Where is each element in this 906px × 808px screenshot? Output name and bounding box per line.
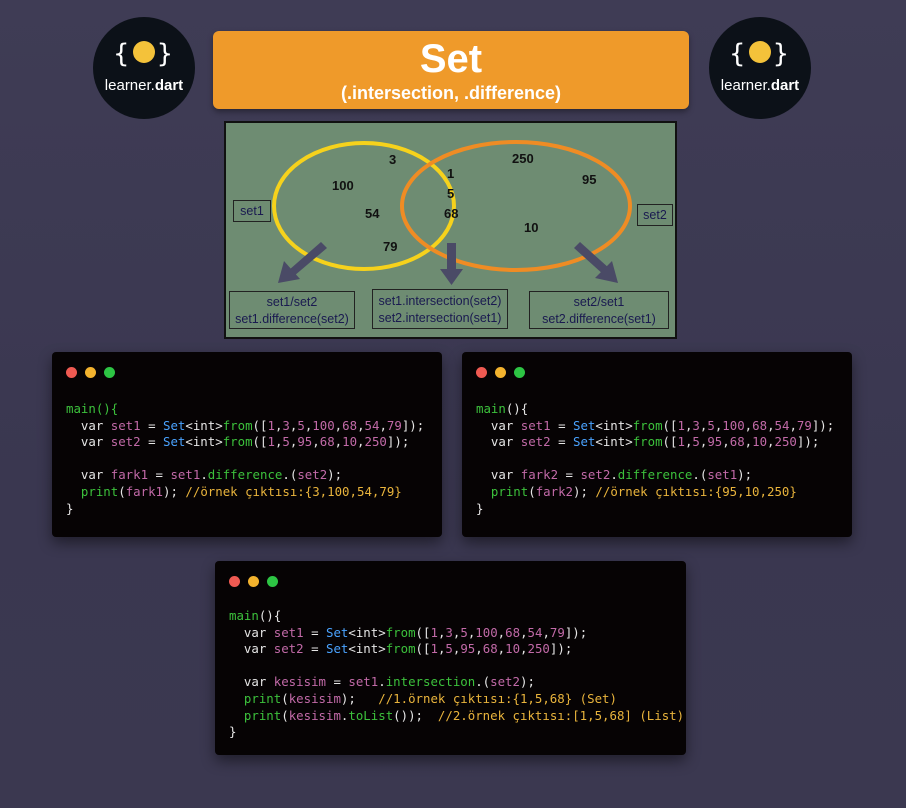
maximize-dot-icon xyxy=(267,576,278,587)
brace-open: { xyxy=(729,39,747,69)
maximize-dot-icon xyxy=(514,367,525,378)
value-3: 3 xyxy=(389,152,396,167)
code-line: var set1 = Set<int>from([1,3,5,100,68,54… xyxy=(476,417,835,433)
venn-diagram: 3 100 54 79 1 5 68 250 95 10 set1 set2 s… xyxy=(224,121,677,339)
code-line: print(fark1); //örnek çıktısı:{3,100,54,… xyxy=(80,483,402,499)
logo-text-plain: learner. xyxy=(104,77,155,94)
arrow-mid xyxy=(440,243,463,285)
set1-circle xyxy=(272,141,456,271)
code-line: var set2 = Set<int>from([1,5,95,68,10,25… xyxy=(66,434,410,450)
logo-text-plain: learner. xyxy=(720,77,771,94)
minimize-dot-icon xyxy=(248,576,259,587)
logo-right: {} learner.dart xyxy=(709,17,811,119)
difference-box-left: set1/set2 set1.difference(set2) xyxy=(229,291,355,329)
box-left-line1: set1/set2 xyxy=(266,295,318,309)
code-line: var set1 = Set<int>from([1,3,5,100,68,54… xyxy=(229,624,588,640)
brace-close: } xyxy=(773,39,791,69)
close-dot-icon xyxy=(229,576,240,587)
box-right-line1: set2/set1 xyxy=(573,295,625,309)
code-line: var set2 = Set<int>from([1,5,95,68,10,25… xyxy=(476,434,820,450)
logo-text: learner.dart xyxy=(709,77,811,94)
box-mid-line2: set2.intersection(set1) xyxy=(378,311,502,325)
minimize-dot-icon xyxy=(85,367,96,378)
box-mid-line1: set1.intersection(set2) xyxy=(378,294,502,308)
difference-box-right: set2/set1 set2.difference(set1) xyxy=(529,291,669,329)
close-dot-icon xyxy=(476,367,487,378)
code-line: } xyxy=(229,724,237,740)
value-54: 54 xyxy=(365,206,380,221)
logo-text: learner.dart xyxy=(93,77,195,94)
code-line: var set2 = Set<int>from([1,5,95,68,10,25… xyxy=(229,641,573,657)
minimize-dot-icon xyxy=(495,367,506,378)
value-250: 250 xyxy=(512,151,534,166)
code-line: var fark1 = set1.difference.(set2); xyxy=(66,467,343,483)
arrow-right xyxy=(574,242,618,283)
code-line: } xyxy=(476,500,484,516)
maximize-dot-icon xyxy=(104,367,115,378)
code-block-2: main(){ var set1 = Set<int>from([1,3,5,1… xyxy=(476,401,834,517)
brace-close: } xyxy=(157,39,175,69)
value-1: 1 xyxy=(447,166,454,181)
banner-title: Set xyxy=(419,37,483,81)
logo-text-bold: dart xyxy=(770,77,800,94)
code-line: print(fark2); //örnek çıktısı:{95,10,250… xyxy=(490,483,797,499)
window-controls xyxy=(229,575,286,590)
code-line: } xyxy=(66,500,74,516)
code-block-3: main(){ var set1 = Set<int>from([1,3,5,1… xyxy=(229,608,684,741)
value-68: 68 xyxy=(444,206,458,221)
box-right-line2: set2.difference(set1) xyxy=(542,312,656,326)
value-5: 5 xyxy=(447,186,454,201)
window-controls xyxy=(476,366,533,381)
code-block-1: main(){ var set1 = Set<int>from([1,3,5,1… xyxy=(66,401,424,517)
intersection-box: set1.intersection(set2) set2.intersectio… xyxy=(372,289,508,329)
box-left-line2: set1.difference(set2) xyxy=(235,312,349,326)
code-line: print(kesisim.toList()); //2.örnek çıktı… xyxy=(243,707,685,723)
logo-left: {} learner.dart xyxy=(93,17,195,119)
logo-text-bold: dart xyxy=(154,77,184,94)
set1-label: set1 xyxy=(233,200,271,222)
code-line: main(){ xyxy=(229,608,282,623)
window-controls xyxy=(66,366,123,381)
party-face-icon xyxy=(133,40,155,63)
party-face-icon xyxy=(749,40,771,63)
code-line: var set1 = Set<int>from([1,3,5,100,68,54… xyxy=(66,417,425,433)
code-line: main(){ xyxy=(66,401,119,416)
value-100: 100 xyxy=(332,178,354,193)
value-10: 10 xyxy=(524,220,538,235)
value-79: 79 xyxy=(383,239,397,254)
code-line: var fark2 = set2.difference.(set1); xyxy=(476,467,753,483)
code-line: main(){ xyxy=(476,401,529,416)
value-95: 95 xyxy=(582,172,596,187)
code-window-intersection: main(){ var set1 = Set<int>from([1,3,5,1… xyxy=(215,561,686,755)
set2-label: set2 xyxy=(637,204,673,226)
close-dot-icon xyxy=(66,367,77,378)
title-banner: Set (.intersection, .difference) xyxy=(213,31,689,109)
code-line: print(kesisim); //1.örnek çıktısı:{1,5,6… xyxy=(243,690,617,706)
brace-open: { xyxy=(113,39,131,69)
code-window-difference-1: main(){ var set1 = Set<int>from([1,3,5,1… xyxy=(52,352,442,537)
banner-subtitle: (.intersection, .difference) xyxy=(340,83,562,103)
code-line: var kesisim = set1.intersection.(set2); xyxy=(229,674,535,690)
code-window-difference-2: main(){ var set1 = Set<int>from([1,3,5,1… xyxy=(462,352,852,537)
